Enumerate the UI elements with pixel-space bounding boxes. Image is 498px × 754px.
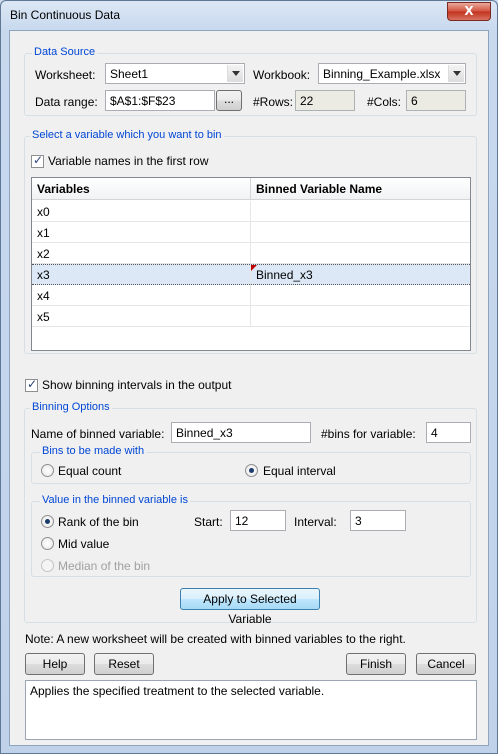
cols-label: #Cols: [367,95,402,109]
variable-cell: x5 [37,310,50,324]
binned-name-input[interactable]: Binned_x3 [171,422,311,443]
value-in-binned-group-title: Value in the binned variable is [40,494,190,506]
median-of-bin-label: Median of the bin [58,559,151,573]
equal-interval-radio[interactable] [245,464,258,477]
rows-label: #Rows: [253,95,294,109]
variable-cell: x1 [37,226,50,240]
browse-range-button[interactable]: ... [216,90,242,111]
note-text: Note: A new worksheet will be created wi… [25,632,406,646]
data-range-label: Data range: [35,95,98,109]
chevron-down-icon[interactable] [448,65,464,82]
start-input[interactable]: 12 [230,510,286,531]
binned-name-label: Name of binned variable: [31,427,165,441]
variables-table[interactable]: Variables Binned Variable Name x0 x1 x2 … [31,177,471,351]
variable-cell: x2 [37,247,50,261]
finish-button[interactable]: Finish [346,653,406,675]
data-source-group-title: Data Source [32,46,98,58]
cancel-button[interactable]: Cancel [416,653,476,675]
variable-cell: x0 [37,205,50,219]
table-row[interactable]: x1 [32,222,470,243]
worksheet-dropdown[interactable]: Sheet1 [105,63,245,84]
table-row[interactable]: x2 [32,243,470,264]
binned-name-cell: Binned_x3 [256,268,313,282]
workbook-value: Binning_Example.xlsx [323,67,441,81]
chevron-down-icon[interactable] [227,65,243,82]
equal-count-label[interactable]: Equal count [58,464,121,478]
dialog-client-area: Data Source Worksheet: Sheet1 Workbook: … [9,30,489,746]
workbook-label: Workbook: [253,68,311,82]
dialog-window: Bin Continuous Data X Data Source Worksh… [0,0,498,754]
table-row[interactable]: x5 [32,306,470,327]
table-row[interactable]: x0 [32,201,470,222]
first-row-checkbox[interactable] [31,153,44,168]
bins-count-label: #bins for variable: [321,427,416,441]
column-header-variables[interactable]: Variables [37,182,90,196]
binning-options-group-title: Binning Options [30,401,112,413]
interval-input[interactable]: 3 [350,510,406,531]
column-header-binned-name[interactable]: Binned Variable Name [256,182,382,196]
rows-count-field: 22 [295,90,355,111]
table-row-selected[interactable]: x3 Binned_x3 [32,264,470,286]
variable-cell: x4 [37,289,50,303]
status-description-box: Applies the specified treatment to the s… [25,680,477,740]
close-button[interactable]: X [447,2,491,21]
bins-count-input[interactable]: 4 [426,422,471,443]
variable-select-group-title: Select a variable which you want to bin [30,129,224,141]
equal-interval-label[interactable]: Equal interval [263,464,336,478]
median-of-bin-radio [41,559,54,572]
show-intervals-checkbox[interactable] [25,377,38,392]
show-intervals-label[interactable]: Show binning intervals in the output [42,378,231,392]
rank-of-bin-radio[interactable] [41,515,54,528]
equal-count-radio[interactable] [41,464,54,477]
worksheet-value: Sheet1 [110,67,149,81]
window-title: Bin Continuous Data [10,8,121,22]
apply-to-selected-button[interactable]: Apply to Selected Variable [180,588,320,626]
title-bar[interactable]: Bin Continuous Data X [1,1,497,29]
start-label: Start: [194,515,223,529]
worksheet-label: Worksheet: [35,68,96,82]
workbook-dropdown[interactable]: Binning_Example.xlsx [318,63,466,84]
table-row[interactable]: x4 [32,285,470,306]
bins-made-with-group-title: Bins to be made with [40,445,147,457]
data-range-input[interactable]: $A$1:$F$23 [105,90,215,111]
help-button[interactable]: Help [25,653,85,675]
table-header: Variables Binned Variable Name [32,178,470,200]
reset-button[interactable]: Reset [94,653,154,675]
first-row-label[interactable]: Variable names in the first row [48,154,209,168]
mid-value-radio[interactable] [41,537,54,550]
interval-label: Interval: [294,515,337,529]
rank-of-bin-label[interactable]: Rank of the bin [58,515,139,529]
mid-value-label[interactable]: Mid value [58,537,109,551]
cols-count-field: 6 [406,90,466,111]
variable-cell: x3 [37,268,50,282]
